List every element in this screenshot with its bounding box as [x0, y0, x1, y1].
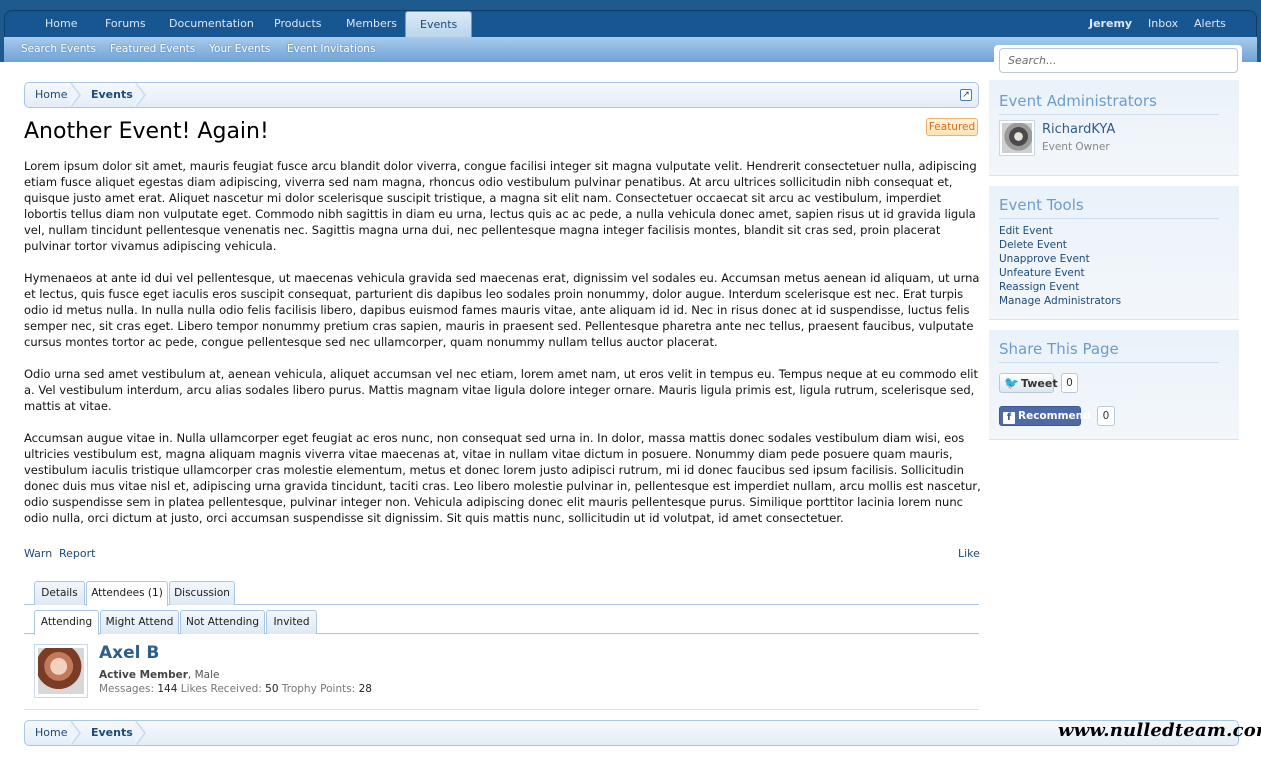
breadcrumb-bottom: Home Events	[24, 720, 1239, 746]
search-input[interactable]	[999, 48, 1238, 73]
likes-count: 50	[265, 683, 279, 695]
breadcrumb-separator	[135, 720, 146, 746]
event-title: Another Event! Again!	[24, 119, 269, 144]
warn-link[interactable]: Warn	[24, 547, 52, 560]
attendee-avatar[interactable]	[34, 644, 88, 698]
tab-discussion[interactable]: Discussion	[169, 581, 235, 605]
event-tools-block: Event Tools Edit Event Delete Event Unap…	[989, 186, 1239, 320]
featured-badge: Featured	[926, 118, 978, 136]
edit-event-link[interactable]: Edit Event	[999, 225, 1053, 237]
event-paragraph: Odio urna sed amet vestibulum at, aenean…	[24, 367, 978, 413]
report-link[interactable]: Report	[59, 547, 95, 560]
admin-name-link[interactable]: RichardKYA	[1042, 122, 1115, 137]
attendee-user-title: Active Member, Male	[99, 669, 219, 681]
subnav-search-events[interactable]: Search Events	[21, 37, 96, 61]
subnav-event-invitations[interactable]: Event Invitations	[287, 37, 375, 61]
facebook-icon: f	[1003, 412, 1015, 424]
tweet-button[interactable]: 🐦 Tweet	[999, 373, 1058, 393]
subtab-not-attending[interactable]: Not Attending	[180, 610, 265, 634]
popup-menu-icon[interactable]: ↗	[960, 89, 972, 101]
nav-tab-members[interactable]: Members	[332, 11, 411, 37]
breadcrumb-home[interactable]: Home	[35, 721, 67, 745]
trophy-count: 28	[358, 683, 372, 695]
share-page-heading: Share This Page	[999, 340, 1119, 358]
like-link[interactable]: Like	[958, 547, 980, 560]
alerts-link[interactable]: Alerts	[1180, 11, 1240, 37]
tweet-count: 0	[1061, 373, 1078, 393]
trophy-label: Trophy Points:	[281, 683, 356, 695]
primary-nav: Home Forums Documentation Products Membe…	[4, 10, 1257, 39]
subtab-attending[interactable]: Attending	[34, 610, 99, 635]
subnav-featured-events[interactable]: Featured Events	[110, 37, 195, 61]
likes-label: Likes Received:	[180, 683, 262, 695]
breadcrumb-events[interactable]: Events	[91, 83, 133, 107]
messages-label: Messages:	[99, 683, 155, 695]
messages-count: 144	[157, 683, 178, 695]
watermark: www.nulledteam.com	[1058, 720, 1261, 741]
nav-tab-home[interactable]: Home	[31, 11, 91, 37]
admin-avatar[interactable]	[999, 120, 1035, 156]
breadcrumb-events[interactable]: Events	[91, 721, 133, 745]
recommend-label: Recommend	[1018, 410, 1091, 422]
breadcrumb: Home Events ↗	[24, 82, 979, 108]
admin-role: Event Owner	[1042, 141, 1110, 153]
event-paragraph: Accumsan augue vitae in. Nulla ullamcorp…	[24, 431, 981, 525]
manage-administrators-link[interactable]: Manage Administrators	[999, 295, 1121, 307]
recommend-count: 0	[1097, 406, 1115, 426]
breadcrumb-home[interactable]: Home	[35, 83, 67, 107]
reassign-event-link[interactable]: Reassign Event	[999, 281, 1079, 293]
search-container	[994, 45, 1242, 77]
event-administrators-heading: Event Administrators	[999, 92, 1157, 110]
event-tools-heading: Event Tools	[999, 196, 1084, 214]
attendee-rank: Active Member	[99, 669, 188, 681]
nav-tab-forums[interactable]: Forums	[91, 11, 160, 37]
subnav-your-events[interactable]: Your Events	[209, 37, 270, 61]
attendee-name-link[interactable]: Axel B	[99, 643, 159, 663]
attendee-divider	[24, 709, 979, 710]
tab-details[interactable]: Details	[34, 581, 85, 605]
breadcrumb-separator	[135, 82, 146, 108]
event-paragraph: Hymenaeos at ante id dui vel pellentesqu…	[24, 271, 980, 349]
avatar-image	[38, 648, 84, 694]
nav-tab-products[interactable]: Products	[260, 11, 336, 37]
nav-tab-documentation[interactable]: Documentation	[155, 11, 268, 37]
event-paragraph: Lorem ipsum dolor sit amet, mauris feugi…	[24, 159, 977, 253]
avatar-image	[1002, 123, 1032, 153]
twitter-bird-icon: 🐦	[1004, 376, 1019, 390]
breadcrumb-separator	[70, 82, 81, 108]
heading-divider	[999, 362, 1219, 363]
subtab-invited[interactable]: Invited	[266, 610, 317, 634]
heading-divider	[999, 218, 1219, 219]
nav-tab-events[interactable]: Events	[405, 11, 473, 39]
attendee-gender: , Male	[187, 669, 220, 681]
tab-attendees[interactable]: Attendees (1)	[86, 581, 168, 606]
unfeature-event-link[interactable]: Unfeature Event	[999, 267, 1085, 279]
attendee-stats: Messages: 144 Likes Received: 50 Trophy …	[99, 683, 372, 695]
unapprove-event-link[interactable]: Unapprove Event	[999, 253, 1090, 265]
event-administrators-block: Event Administrators RichardKYA Event Ow…	[989, 80, 1239, 176]
subtab-might-attend[interactable]: Might Attend	[100, 610, 179, 634]
heading-divider	[999, 114, 1219, 115]
tweet-label: Tweet	[1020, 377, 1058, 390]
delete-event-link[interactable]: Delete Event	[999, 239, 1067, 251]
recommend-button[interactable]: f Recommend	[999, 406, 1091, 426]
breadcrumb-separator	[70, 720, 81, 746]
